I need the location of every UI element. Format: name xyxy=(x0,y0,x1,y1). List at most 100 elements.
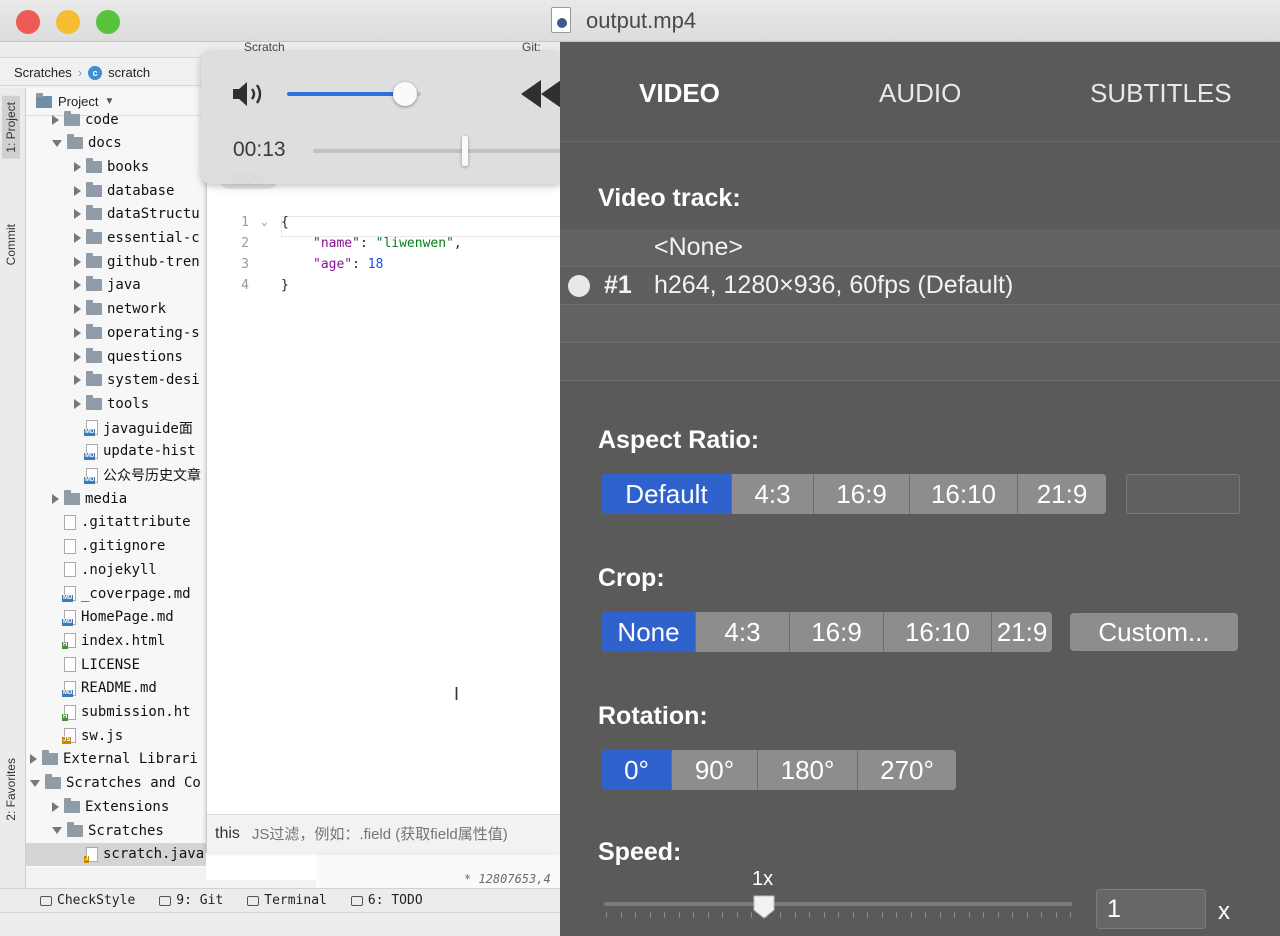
aspect-21-9-option[interactable]: 21:9 xyxy=(1018,474,1106,514)
track-row-1[interactable]: #1 h264, 1280×936, 60fps (Default) xyxy=(560,267,1280,305)
chevron-right-icon[interactable] xyxy=(52,493,59,504)
tree-folder-item[interactable]: tools xyxy=(26,392,206,415)
tree-file-item[interactable]: Jscratch.java xyxy=(26,842,206,866)
tree-folder-item[interactable]: essential-c xyxy=(26,227,206,250)
crop-21-9-option[interactable]: 21:9 xyxy=(992,612,1052,652)
rotation-90-option[interactable]: 90° xyxy=(672,750,758,790)
tree-folder-item[interactable]: code xyxy=(26,108,206,131)
chevron-right-icon[interactable] xyxy=(74,304,81,315)
tree-folder-item[interactable]: operating-s xyxy=(26,321,206,344)
tree-file-item[interactable]: LICENSE xyxy=(26,653,206,676)
close-window-button[interactable] xyxy=(16,10,40,34)
chevron-right-icon[interactable] xyxy=(74,209,81,220)
chevron-right-icon[interactable] xyxy=(74,185,81,196)
chevron-right-icon[interactable] xyxy=(52,114,59,125)
crop-4-3-option[interactable]: 4:3 xyxy=(696,612,790,652)
bottom-tab-terminal[interactable]: Terminal xyxy=(247,893,327,908)
rotation-270-option[interactable]: 270° xyxy=(858,750,956,790)
chevron-right-icon[interactable] xyxy=(74,233,81,243)
tree-file-item[interactable]: MD _coverpage.md xyxy=(26,582,206,605)
crop-custom-button[interactable]: Custom... xyxy=(1070,613,1238,651)
tree-folder-item[interactable]: questions xyxy=(26,345,206,368)
tree-file-item[interactable]: .gitignore xyxy=(26,535,206,558)
chevron-right-icon[interactable] xyxy=(52,801,59,812)
tab-audio[interactable]: AUDIO xyxy=(879,78,961,109)
tree-folder-item[interactable]: docs xyxy=(26,132,206,155)
tab-commit[interactable]: Commit xyxy=(4,224,18,265)
bottom-tab-9-git[interactable]: 9: Git xyxy=(159,893,223,908)
speed-knob[interactable] xyxy=(752,894,776,920)
chevron-right-icon[interactable] xyxy=(30,754,37,765)
tree-file-item[interactable]: .gitattribute xyxy=(26,511,206,534)
chevron-right-icon[interactable] xyxy=(74,280,81,291)
chevron-down-icon[interactable] xyxy=(30,779,40,787)
tree-folder-item[interactable]: dataStructu xyxy=(26,203,206,226)
speed-slider[interactable] xyxy=(604,902,1072,906)
tree-folder-item[interactable]: java xyxy=(26,274,206,297)
tree-item-label: database xyxy=(107,182,175,199)
zoom-window-button[interactable] xyxy=(96,10,120,34)
breadcrumb-scratch[interactable]: scratch xyxy=(108,65,150,80)
tree-file-item[interactable]: Hsubmission.ht xyxy=(26,701,206,724)
crop-none-option[interactable]: None xyxy=(602,612,696,652)
rotation-180-option[interactable]: 180° xyxy=(758,750,858,790)
tree-file-item[interactable]: .nojekyll xyxy=(26,558,206,581)
aspect-custom-field[interactable] xyxy=(1126,474,1240,514)
chevron-down-icon[interactable] xyxy=(52,139,62,147)
tree-file-item[interactable]: MD 公众号历史文章 xyxy=(26,464,206,487)
bottom-tab-checkstyle[interactable]: CheckStyle xyxy=(40,893,135,908)
tree-folder-item[interactable]: database xyxy=(26,179,206,202)
tree-item-label: Extensions xyxy=(85,798,170,815)
chevron-right-icon[interactable] xyxy=(74,256,81,267)
tab-favorites[interactable]: 2: Favorites xyxy=(4,758,18,821)
tree-item-label: Scratches and Co xyxy=(66,775,201,792)
tab-subtitles[interactable]: SUBTITLES xyxy=(1090,78,1232,109)
rotation-0-option[interactable]: 0° xyxy=(602,750,672,790)
tree-folder-item[interactable]: system-desi xyxy=(26,369,206,392)
bottom-tool-tabs: CheckStyle 9: Git Terminal 6: TODO xyxy=(0,888,560,912)
tree-file-item[interactable]: MD update-hist xyxy=(26,440,206,463)
tree-file-item[interactable]: MD javaguide面 xyxy=(26,416,206,439)
tree-file-item[interactable]: Hindex.html xyxy=(26,629,206,652)
chevron-down-icon[interactable] xyxy=(52,827,62,834)
breadcrumb-scratches[interactable]: Scratches xyxy=(14,65,72,80)
chevron-right-icon[interactable] xyxy=(74,161,81,172)
tree-folder-item[interactable]: media xyxy=(26,487,206,510)
chevron-right-icon[interactable] xyxy=(74,398,81,409)
quick-settings-panel: VIDEO AUDIO SUBTITLES Video track: <None… xyxy=(560,42,1280,936)
rewind-icon[interactable] xyxy=(519,78,560,110)
chevron-right-icon[interactable] xyxy=(74,327,81,338)
aspect-4-3-option[interactable]: 4:3 xyxy=(732,474,814,514)
aspect-16-9-option[interactable]: 16:9 xyxy=(814,474,910,514)
tree-file-item[interactable]: JS sw.js xyxy=(26,724,206,747)
crop-16-9-option[interactable]: 16:9 xyxy=(790,612,884,652)
crop-16-10-option[interactable]: 16:10 xyxy=(884,612,992,652)
tree-file-item[interactable]: MD HomePage.md xyxy=(26,606,206,629)
chevron-right-icon[interactable] xyxy=(74,351,81,362)
track-row-none[interactable]: <None> xyxy=(560,229,1280,267)
aspect-default-option[interactable]: Default xyxy=(602,474,732,514)
json-filter-input[interactable] xyxy=(247,819,561,849)
tree-folder-item[interactable]: books xyxy=(26,155,206,178)
chevron-right-icon[interactable] xyxy=(74,375,81,386)
tree-folder-item[interactable]: Extensions xyxy=(26,795,206,818)
seek-bar[interactable] xyxy=(313,149,560,153)
tree-file-item[interactable]: MD README.md xyxy=(26,677,206,700)
aspect-16-10-option[interactable]: 16:10 xyxy=(910,474,1018,514)
minimize-window-button[interactable] xyxy=(56,10,80,34)
tab-project[interactable]: 1: Project xyxy=(2,96,20,159)
tree-folder-item[interactable]: External Librari xyxy=(26,748,206,771)
tab-video[interactable]: VIDEO xyxy=(639,78,720,109)
tree-folder-item[interactable]: Scratches xyxy=(26,819,206,842)
tree-item-label: essential-c xyxy=(107,230,200,246)
volume-knob[interactable] xyxy=(392,82,417,106)
bottom-tab-6-todo[interactable]: 6: TODO xyxy=(350,893,423,908)
seek-knob[interactable] xyxy=(462,136,468,166)
tree-folder-item[interactable]: Scratches and Co xyxy=(26,772,206,795)
tree-folder-item[interactable]: github-tren xyxy=(26,250,206,273)
code-text: { xyxy=(281,215,289,230)
tree-folder-item[interactable]: network xyxy=(26,298,206,321)
fold-chevron-icon[interactable]: ⌄ xyxy=(261,215,268,228)
volume-icon[interactable] xyxy=(231,80,267,108)
speed-input[interactable] xyxy=(1096,889,1206,929)
